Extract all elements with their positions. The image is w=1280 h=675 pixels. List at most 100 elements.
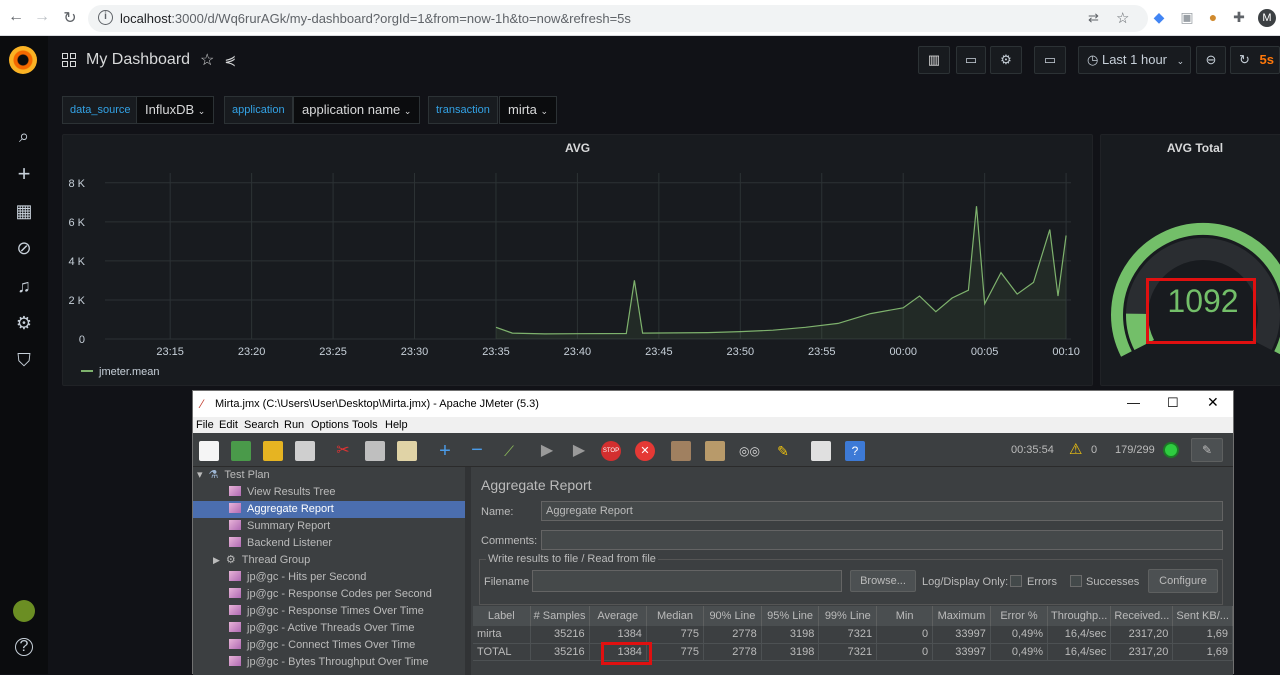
start-no-pauses-icon[interactable]: ▶ [569,441,589,461]
help-icon[interactable]: ? [15,638,33,656]
configuration-gear-icon[interactable]: ⚙ [12,311,36,335]
alerting-bell-icon[interactable]: ♫ [12,274,36,298]
dashboard-title[interactable]: My Dashboard [86,51,190,69]
menu-edit[interactable]: Edit [219,419,238,431]
tree-item-view-results-tree[interactable]: View Results Tree [229,484,335,501]
maximize-icon[interactable]: ☐ [1167,395,1179,411]
tree-collapse-icon[interactable]: ▾ [197,469,203,481]
column-header[interactable]: 95% Line [761,606,820,626]
log-viewer-icon[interactable]: ✎ [1191,438,1223,462]
share-icon[interactable]: ⋞ [224,52,236,69]
column-header[interactable]: Label [473,606,531,626]
reset-search-icon[interactable]: ✎ [773,441,793,461]
tree-item-active-threads-over-time[interactable]: jp@gc - Active Threads Over Time [229,620,414,637]
zoom-out-icon[interactable]: ⊖ [1196,46,1226,74]
explore-compass-icon[interactable]: ⊘ [12,236,36,260]
clear-all-icon[interactable] [705,441,725,461]
avg-panel[interactable]: AVG 8 K6 K4 K2 K 0 23:15 23:20 23:25 23:30 23:… [62,134,1093,386]
column-header[interactable]: Error % [990,606,1049,626]
dashboard-settings-gear-icon[interactable]: ⚙ [990,46,1022,74]
bookmark-star-icon[interactable]: ☆ [1116,9,1129,27]
time-picker-button[interactable]: ◷ Last 1 hour ⌄ [1078,46,1191,74]
new-icon[interactable] [199,441,219,461]
tree-item-aggregate-report[interactable]: Aggregate Report [193,501,465,518]
tv-mode-icon[interactable]: ▭ [1034,46,1066,74]
open-icon[interactable] [263,441,283,461]
extension-2-icon[interactable]: ▣ [1178,9,1196,27]
table-row[interactable]: mirta 35216 1384 775 2778 3198 7321 0 33… [473,626,1233,644]
expand-plus-icon[interactable]: + [435,441,455,461]
help-icon[interactable]: ? [845,441,865,461]
column-header[interactable]: Sent KB/... [1172,606,1233,626]
comments-input[interactable] [541,530,1223,550]
clear-icon[interactable] [671,441,691,461]
tree-item-response-codes-per-second[interactable]: jp@gc - Response Codes per Second [229,586,432,603]
back-icon[interactable]: ← [6,8,26,26]
start-icon[interactable]: ▶ [537,441,557,461]
variable-select-transaction[interactable]: mirta ⌄ [499,96,558,124]
menu-help[interactable]: Help [385,419,408,431]
tree-item-bytes-throughput-over-time[interactable]: jp@gc - Bytes Throughput Over Time [229,654,429,671]
variable-select-application[interactable]: application name ⌄ [293,96,421,124]
variable-select-data-source[interactable]: InfluxDB ⌄ [136,96,215,124]
reload-icon[interactable]: ↻ [60,8,80,28]
menu-tools[interactable]: Tools [352,419,378,431]
menu-search[interactable]: Search [244,419,279,431]
paste-icon[interactable] [397,441,417,461]
function-helper-icon[interactable] [811,441,831,461]
refresh-button[interactable]: ↻ 5s [1230,46,1280,74]
tree-expand-icon[interactable]: ▶ [213,555,220,565]
extensions-puzzle-icon[interactable]: ✚ [1230,9,1248,27]
avg-total-panel[interactable]: AVG Total 1092 [1100,134,1280,386]
column-header[interactable]: Maximum [932,606,991,626]
create-plus-icon[interactable]: + [12,162,36,186]
save-icon[interactable] [295,441,315,461]
configure-button[interactable]: Configure [1148,569,1218,593]
tree-item-hits-per-second[interactable]: jp@gc - Hits per Second [229,569,366,586]
extension-1-icon[interactable]: ◆ [1150,9,1168,27]
toggle-icon[interactable]: ⟋ [499,441,519,461]
site-info-icon[interactable]: i [98,10,113,25]
warning-icon[interactable]: ⚠ [1069,440,1082,458]
search-binoculars-icon[interactable]: ◎◎ [739,441,760,461]
filename-input[interactable] [532,570,842,592]
name-input[interactable]: Aggregate Report [541,501,1223,521]
tree-item-test-plan[interactable]: ▾ ⚗ Test Plan [197,467,270,484]
copy-icon[interactable] [365,441,385,461]
address-bar[interactable]: i localhost:3000/d/Wq6rurAGk/my-dashboar… [88,5,1148,32]
column-header[interactable]: Received... [1110,606,1174,626]
menu-options[interactable]: Options [311,419,349,431]
column-header[interactable]: Min [876,606,934,626]
tree-item-backend-listener[interactable]: Backend Listener [229,535,332,552]
column-header[interactable]: # Samples [530,606,590,626]
column-header[interactable]: 99% Line [818,606,878,626]
column-header[interactable]: Median [646,606,705,626]
cut-icon[interactable]: ✂ [333,441,353,461]
tree-item-thread-group[interactable]: ▶ ⚙ Thread Group [213,552,310,569]
browse-button[interactable]: Browse... [850,570,916,592]
shutdown-icon[interactable]: ✕ [635,441,655,461]
tree-item-summary-report[interactable]: Summary Report [229,518,330,535]
forward-icon[interactable]: → [32,8,52,26]
close-icon[interactable]: ✕ [1207,394,1219,411]
save-dashboard-icon[interactable]: ▭ [956,46,986,74]
collapse-minus-icon[interactable]: − [467,440,487,461]
templates-icon[interactable] [231,441,251,461]
profile-avatar[interactable]: M [1258,9,1276,27]
favorite-star-icon[interactable]: ☆ [200,50,214,70]
translate-icon[interactable]: ⇄ [1088,10,1099,26]
user-avatar-icon[interactable] [13,600,35,622]
menu-run[interactable]: Run [284,419,304,431]
column-header[interactable]: 90% Line [703,606,762,626]
successes-checkbox[interactable] [1070,575,1082,587]
tree-item-response-times-over-time[interactable]: jp@gc - Response Times Over Time [229,603,424,620]
tree-item-connect-times-over-time[interactable]: jp@gc - Connect Times Over Time [229,637,415,654]
server-admin-shield-icon[interactable]: ⛉ [12,348,36,372]
add-panel-icon[interactable]: ▥ [918,46,950,74]
minimize-icon[interactable]: — [1127,395,1140,410]
errors-checkbox[interactable] [1010,575,1022,587]
grafana-logo-icon[interactable] [9,46,37,74]
column-header[interactable]: Throughp... [1047,606,1112,626]
dashboards-grid-icon[interactable]: ▦ [12,199,36,223]
search-icon[interactable]: ⌕ [12,124,36,148]
